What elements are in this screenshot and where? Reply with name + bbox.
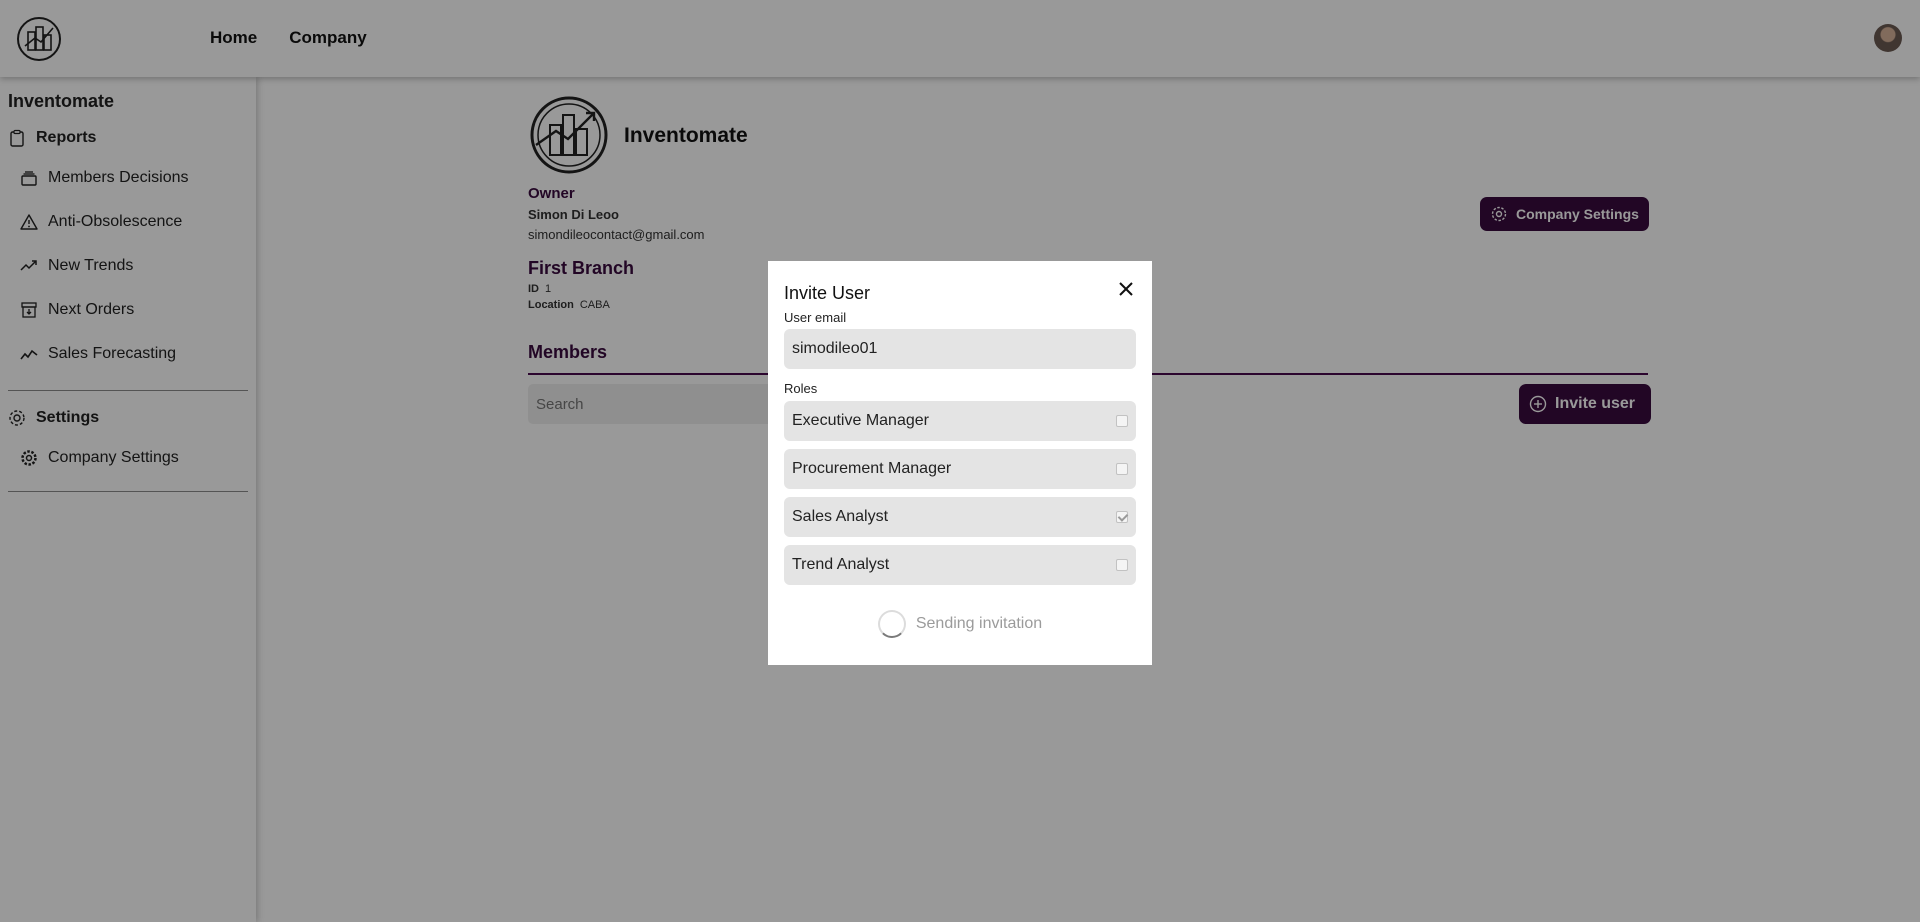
role-checkbox[interactable]	[1116, 463, 1128, 475]
role-checkbox[interactable]	[1116, 559, 1128, 571]
role-label: Executive Manager	[792, 412, 929, 429]
role-option-trend-analyst[interactable]: Trend Analyst	[784, 545, 1136, 585]
role-checkbox[interactable]	[1116, 415, 1128, 427]
invite-user-modal: Invite User User email simodileo01 Roles…	[768, 261, 1152, 665]
role-label: Sales Analyst	[792, 508, 889, 525]
modal-title: Invite User	[784, 283, 871, 303]
sending-status-text: Sending invitation	[915, 615, 1043, 632]
email-field[interactable]: simodileo01	[784, 329, 1136, 369]
role-option-sales-analyst[interactable]: Sales Analyst	[784, 497, 1136, 537]
role-label: Trend Analyst	[792, 556, 890, 573]
roles-label: Roles	[784, 381, 818, 396]
role-option-executive-manager[interactable]: Executive Manager	[784, 401, 1136, 441]
role-label: Procurement Manager	[792, 460, 952, 477]
role-option-procurement-manager[interactable]: Procurement Manager	[784, 449, 1136, 489]
sending-status: Sending invitation	[768, 610, 1152, 638]
close-icon[interactable]	[1116, 279, 1136, 299]
loading-spinner-icon	[877, 610, 906, 638]
role-checkbox[interactable]	[1116, 511, 1128, 523]
email-label: User email	[784, 310, 847, 325]
